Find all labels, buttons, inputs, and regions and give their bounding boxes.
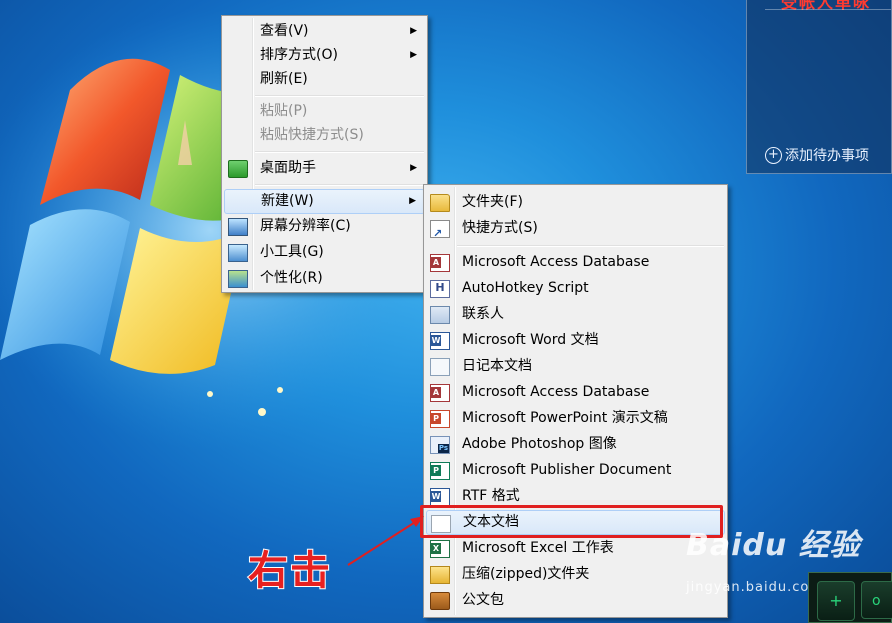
submenu-item-shortcut[interactable]: 快捷方式(S) bbox=[426, 216, 725, 246]
widget-divider bbox=[765, 9, 891, 10]
menu-separator bbox=[255, 151, 424, 153]
submenu-item-label: AutoHotkey Script bbox=[462, 280, 589, 296]
folder-icon bbox=[430, 194, 450, 212]
submenu-item-label: 公文包 bbox=[462, 592, 504, 608]
screen-resolution-icon bbox=[228, 218, 248, 236]
add-todo-label: 添加待办事项 bbox=[785, 148, 869, 164]
menu-item-label: 屏幕分辨率(C) bbox=[260, 218, 351, 234]
new-submenu: 文件夹(F) 快捷方式(S) Microsoft Access Database… bbox=[423, 184, 728, 618]
widget-title: 受帐人单咏 bbox=[781, 0, 872, 12]
menu-item-paste[interactable]: 粘贴(P) bbox=[224, 99, 425, 124]
submenu-item-label: Microsoft Publisher Document bbox=[462, 462, 672, 478]
shortcut-icon bbox=[430, 220, 450, 246]
watermark-brand: Baidu 经验 bbox=[686, 528, 861, 563]
submenu-arrow-icon: ▶ bbox=[410, 26, 417, 36]
submenu-item-journal-document[interactable]: 日记本文档 bbox=[426, 354, 725, 379]
menu-item-view[interactable]: 查看(V) ▶ bbox=[224, 19, 425, 44]
submenu-item-powerpoint[interactable]: Microsoft PowerPoint 演示文稿 bbox=[426, 406, 725, 431]
submenu-item-label: Microsoft Access Database bbox=[462, 254, 650, 270]
publisher-icon bbox=[430, 462, 450, 480]
menu-item-new[interactable]: 新建(W) ▶ bbox=[224, 189, 425, 214]
gadgets-icon bbox=[228, 244, 248, 262]
menu-item-gadgets[interactable]: 小工具(G) bbox=[224, 240, 425, 265]
submenu-item-label: Microsoft Access Database bbox=[462, 384, 650, 400]
menu-item-label: 小工具(G) bbox=[260, 244, 324, 260]
tray-widget: + o bbox=[808, 572, 892, 623]
watermark-url: jingyan.baidu.com bbox=[686, 580, 823, 595]
menu-item-label: 粘贴(P) bbox=[260, 103, 308, 119]
menu-item-screen-resolution[interactable]: 屏幕分辨率(C) bbox=[224, 214, 425, 239]
submenu-arrow-icon: ▶ bbox=[410, 50, 417, 60]
tray-option-button[interactable]: o bbox=[861, 581, 892, 619]
submenu-item-briefcase[interactable]: 公文包 bbox=[426, 588, 725, 613]
baidu-watermark: Baidu 经验 jingyan.baidu.com bbox=[686, 520, 861, 595]
access-icon bbox=[430, 384, 450, 402]
journal-icon bbox=[430, 358, 450, 376]
submenu-item-label: 压缩(zipped)文件夹 bbox=[462, 566, 590, 582]
submenu-item-excel[interactable]: Microsoft Excel 工作表 bbox=[426, 536, 725, 561]
rtf-icon bbox=[430, 488, 450, 506]
menu-item-label: 新建(W) bbox=[261, 193, 314, 209]
submenu-item-access-database-2[interactable]: Microsoft Access Database bbox=[426, 380, 725, 405]
submenu-item-autohotkey-script[interactable]: H AutoHotkey Script bbox=[426, 276, 725, 301]
menu-item-label: 排序方式(O) bbox=[260, 47, 338, 63]
submenu-item-label: 联系人 bbox=[462, 306, 504, 322]
tray-add-button[interactable]: + bbox=[817, 581, 855, 621]
submenu-arrow-icon: ▶ bbox=[409, 196, 416, 206]
excel-icon bbox=[430, 540, 450, 558]
menu-item-label: 刷新(E) bbox=[260, 71, 308, 87]
add-todo-button[interactable]: + 添加待办事项 bbox=[765, 145, 869, 165]
menu-item-desktop-assistant[interactable]: 桌面助手 ▶ bbox=[224, 156, 425, 181]
submenu-item-folder[interactable]: 文件夹(F) bbox=[426, 190, 725, 215]
menu-item-label: 粘贴快捷方式(S) bbox=[260, 127, 364, 143]
menu-separator bbox=[457, 245, 724, 247]
submenu-item-label: Microsoft PowerPoint 演示文稿 bbox=[462, 410, 668, 426]
briefcase-icon bbox=[430, 592, 450, 610]
submenu-item-photoshop-image[interactable]: Adobe Photoshop 图像 bbox=[426, 432, 725, 457]
photoshop-icon bbox=[430, 436, 450, 454]
menu-item-label: 桌面助手 bbox=[260, 160, 316, 176]
personalize-icon bbox=[228, 270, 248, 288]
right-click-annotation: 右击 bbox=[247, 547, 332, 595]
submenu-item-contact[interactable]: 联系人 bbox=[426, 302, 725, 327]
submenu-item-label: RTF 格式 bbox=[462, 488, 520, 504]
menu-item-sort[interactable]: 排序方式(O) ▶ bbox=[224, 43, 425, 68]
menu-item-refresh[interactable]: 刷新(E) bbox=[224, 67, 425, 92]
submenu-item-zip-folder[interactable]: 压缩(zipped)文件夹 bbox=[426, 562, 725, 587]
desktop-context-menu: 查看(V) ▶ 排序方式(O) ▶ 刷新(E) 粘贴(P) 粘贴快捷方式(S) … bbox=[221, 15, 428, 293]
submenu-item-access-database[interactable]: Microsoft Access Database bbox=[426, 250, 725, 275]
menu-separator bbox=[255, 95, 424, 97]
plus-circle-icon: + bbox=[765, 146, 782, 164]
menu-item-paste-shortcut[interactable]: 粘贴快捷方式(S) bbox=[224, 123, 425, 148]
menu-item-label: 个性化(R) bbox=[260, 270, 323, 286]
menu-separator bbox=[255, 184, 424, 186]
submenu-item-word-document[interactable]: Microsoft Word 文档 bbox=[426, 328, 725, 353]
annotation-arrow-icon bbox=[347, 516, 424, 566]
desktop-assistant-icon bbox=[228, 160, 248, 178]
submenu-arrow-icon: ▶ bbox=[410, 163, 417, 173]
zip-folder-icon bbox=[430, 566, 450, 584]
submenu-item-label: 快捷方式(S) bbox=[462, 220, 538, 236]
submenu-item-label: Microsoft Excel 工作表 bbox=[462, 540, 614, 556]
submenu-item-publisher-document[interactable]: Microsoft Publisher Document bbox=[426, 458, 725, 483]
highlight-box bbox=[420, 505, 723, 538]
todo-widget: 受帐人单咏 + 添加待办事项 bbox=[746, 0, 892, 174]
powerpoint-icon bbox=[430, 410, 450, 428]
autohotkey-icon: H bbox=[430, 280, 450, 298]
submenu-item-label: 日记本文档 bbox=[462, 358, 532, 374]
menu-item-personalize[interactable]: 个性化(R) bbox=[224, 266, 425, 291]
submenu-item-label: Adobe Photoshop 图像 bbox=[462, 436, 617, 452]
menu-item-label: 查看(V) bbox=[260, 23, 309, 39]
contact-icon bbox=[430, 306, 450, 324]
submenu-item-label: 文件夹(F) bbox=[462, 194, 523, 210]
word-icon bbox=[430, 332, 450, 350]
submenu-item-label: Microsoft Word 文档 bbox=[462, 332, 599, 348]
access-icon bbox=[430, 254, 450, 272]
